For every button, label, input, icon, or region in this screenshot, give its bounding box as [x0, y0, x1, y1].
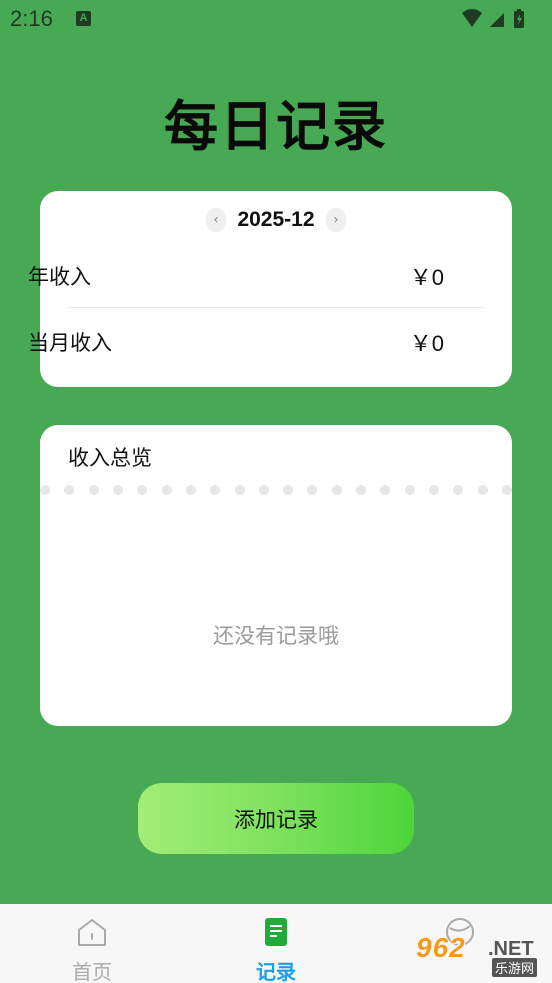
status-icons: [460, 8, 530, 30]
watermark-logo: 962 .NET 乐游网: [416, 928, 548, 978]
tab-record-label: 记录: [256, 960, 296, 983]
month-income-label: 当月收入: [28, 331, 112, 355]
empty-state-text: 还没有记录哦: [213, 624, 339, 648]
month-label[interactable]: 2025-12: [237, 208, 314, 232]
month-income-row: 当月收入 ￥0: [28, 322, 444, 362]
notification-icon: A: [76, 11, 91, 26]
month-picker: ‹ 2025-12 ›: [206, 207, 346, 233]
watermark-cn: 乐游网: [492, 958, 538, 977]
tab-home-label: 首页: [72, 960, 112, 983]
wifi-icon: [462, 9, 482, 27]
divider: [68, 307, 484, 308]
document-icon: [265, 918, 287, 946]
page-title: 每日记录: [164, 95, 388, 158]
home-icon: [78, 919, 106, 946]
month-income-value: ￥0: [409, 331, 444, 356]
overview-title: 收入总览: [68, 446, 152, 470]
year-income-row: 年收入 ￥0: [28, 256, 444, 296]
battery-icon: [514, 9, 524, 28]
year-income-label: 年收入: [28, 265, 91, 289]
year-income-value: ￥0: [409, 265, 444, 290]
tab-record[interactable]: 记录: [216, 904, 336, 983]
status-bar: 2:16 A: [0, 0, 552, 40]
tab-home[interactable]: 首页: [32, 904, 152, 983]
chevron-right-icon[interactable]: ›: [325, 208, 346, 232]
chevron-left-icon[interactable]: ‹: [206, 208, 226, 232]
overview-card: 收入总览 还没有记录哦: [40, 425, 512, 726]
add-record-button[interactable]: 添加记录: [138, 783, 414, 854]
dotted-separator: [40, 485, 512, 495]
status-time: 2:16: [10, 6, 53, 31]
watermark-number: 962: [416, 932, 466, 963]
signal-icon: [490, 13, 504, 27]
